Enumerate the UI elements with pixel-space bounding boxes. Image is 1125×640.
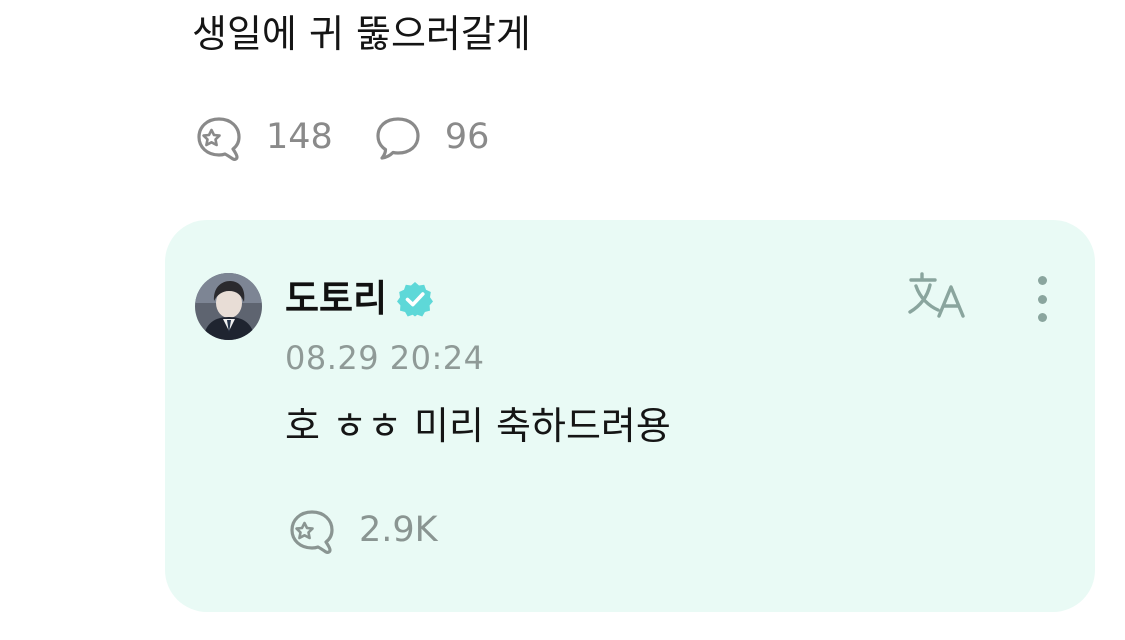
more-dot <box>1037 313 1047 322</box>
more-dot <box>1037 276 1047 285</box>
reply-timestamp: 08.29 20:24 <box>285 339 485 377</box>
post-text: 생일에 귀 뚫으러갈게 <box>192 12 531 56</box>
like-icon <box>290 510 334 554</box>
like-icon <box>197 117 241 161</box>
verified-badge-icon <box>397 282 434 317</box>
comment-button[interactable]: 96 <box>371 110 490 164</box>
like-button[interactable]: 148 <box>192 110 333 164</box>
post-stats: 148 96 <box>192 110 489 164</box>
like-count: 148 <box>266 117 333 157</box>
translate-icon[interactable] <box>907 270 977 326</box>
more-dot <box>1037 294 1047 304</box>
author-name[interactable]: 도토리 <box>285 274 387 324</box>
reply-like-button[interactable]: 2.9K <box>285 503 438 557</box>
reply-text: 호 ㅎㅎ 미리 축하드려용 <box>285 404 671 448</box>
reply-like-count: 2.9K <box>359 510 438 550</box>
more-vertical-icon[interactable] <box>1025 272 1059 326</box>
reply-card: 도토리 08.29 20:24 호 ㅎㅎ 미리 축하드려용 2.9K <box>165 220 1095 612</box>
speech-bubble-icon <box>376 117 420 160</box>
comment-count: 96 <box>444 117 490 157</box>
author-row: 도토리 <box>285 274 435 324</box>
avatar[interactable] <box>195 273 262 340</box>
